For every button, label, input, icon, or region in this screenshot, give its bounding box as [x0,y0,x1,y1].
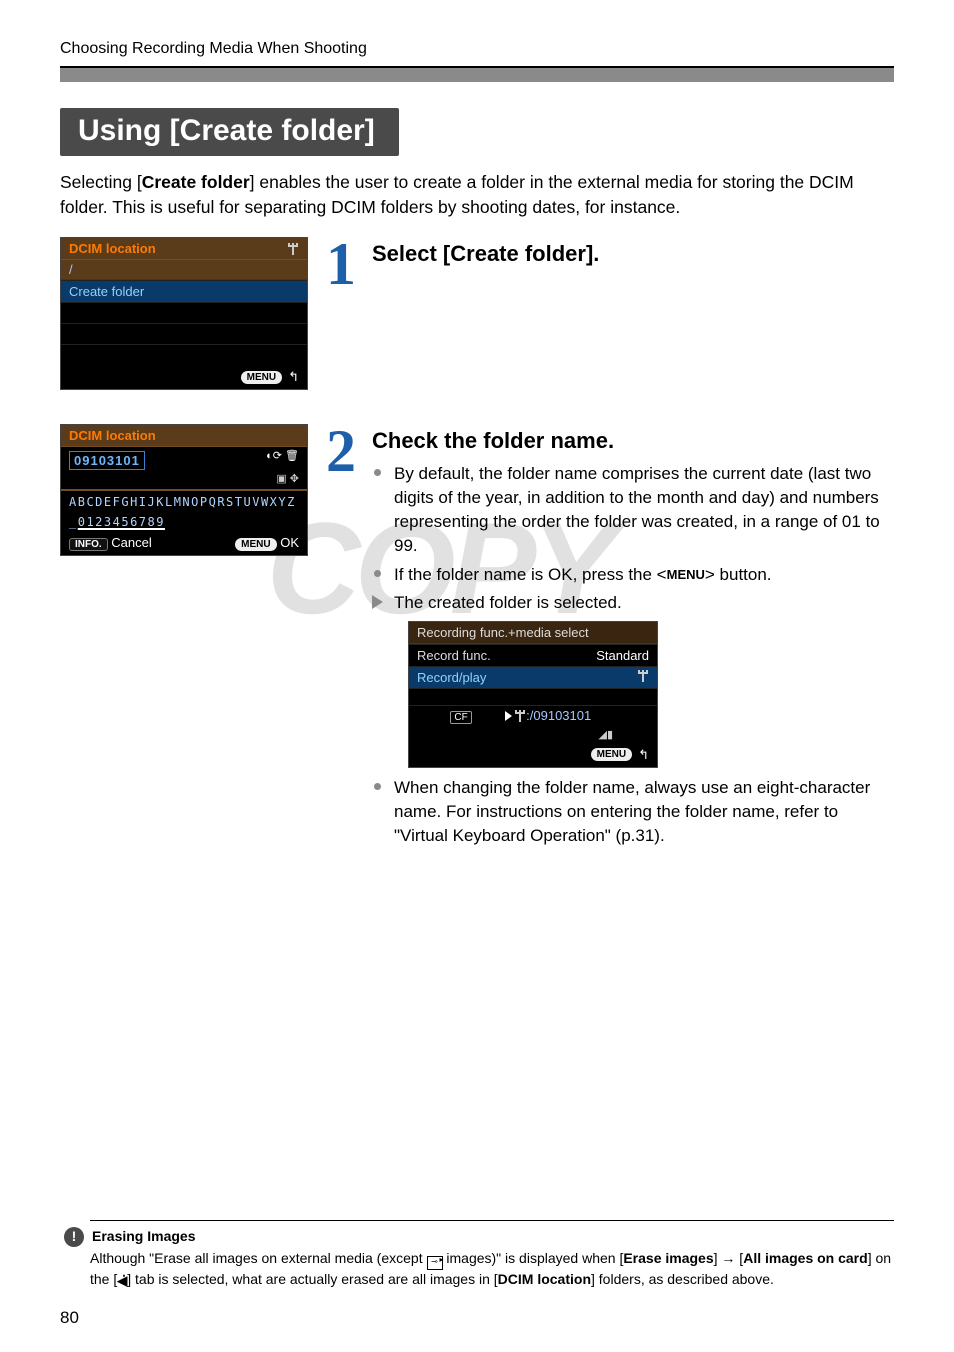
back-icon: ↰ [638,747,649,763]
dial-icon: ◐⟳ 🗑 [266,451,299,462]
step2-bullet-text: If the folder name is OK, press the <MEN… [394,565,772,584]
note-body: Although "Erase all images on external m… [90,1249,894,1290]
caution-icon: ! [64,1227,84,1247]
shot3-spacer [409,688,657,705]
step2-bullet: If the folder name is OK, press the <MEN… [372,563,894,587]
step2-bullet: By default, the folder name comprises th… [372,462,894,559]
shot3-path-value: :/09103101 [526,708,591,723]
bullet-dot-icon [374,570,381,577]
menu-pill: MENU [235,538,276,551]
intro-bold: Create folder [142,172,250,192]
intro-text-a: Selecting [ [60,172,142,192]
intro-paragraph: Selecting [Create folder] enables the us… [60,170,894,219]
shot3-row1-value: Standard [596,648,649,663]
shot2-header-label: DCIM location [69,428,156,443]
note-text-b: images)" is displayed when [ [443,1250,624,1266]
breadcrumb: Choosing Recording Media When Shooting [60,40,894,58]
step-number-1: 1 [316,237,366,291]
virtual-keyboard-row2[interactable]: _0123456789 [61,511,307,531]
joystick-icon: ▣ ✥ [276,472,299,485]
section-title: Using [Create folder] [60,108,399,156]
shot1-path: / [61,260,307,280]
bullet-dot-icon [374,783,381,790]
note-title: Erasing Images [92,1227,196,1247]
step2-bullet-text: The created folder is selected. [394,593,622,612]
playback-tab-icon: ◀̇ [117,1272,127,1290]
menu-pill: MENU [241,371,282,384]
shot1-empty-row [61,302,307,323]
note-bold-dcim: DCIM location [498,1271,591,1287]
step2-bullet-result: The created folder is selected. [372,591,894,615]
shot3-row1-label: Record func. [417,648,491,663]
step2-heading: Check the folder name. [372,428,894,454]
usb-drive-icon [514,710,526,722]
shot3-header: Recording func.+media select [409,622,657,644]
note-text-i: ] folders, as described above. [591,1271,774,1287]
back-icon: ↰ [288,369,299,385]
menu-button-label: MENU [667,566,705,584]
virtual-keyboard-digits[interactable]: 0123456789 [78,515,165,529]
note-divider [90,1220,894,1221]
ok-label: OK [280,535,299,550]
screenshot-dcim-location: DCIM location / Create folder MENU ↰ [60,237,308,390]
step1-heading: Select [Create folder]. [372,241,894,267]
note-bold-erase: Erase images [623,1250,713,1266]
step2-post-bullet-text: When changing the folder name, always us… [394,778,870,845]
note-text-a: Although "Erase all images on external m… [90,1250,427,1266]
signal-icon: ◢▮ [505,728,649,741]
note-bold-all: All images on card [743,1250,867,1266]
folder-name-input[interactable]: 09103101 [69,451,145,470]
shot1-item-label: Create folder [69,284,144,299]
shot1-empty-row [61,323,307,344]
info-pill: INFO. [69,538,108,551]
shot3-row2[interactable]: Record/play [409,666,657,688]
usb-drive-icon [637,670,649,682]
virtual-keyboard-row1[interactable]: ABCDEFGHIJKLMNOPQRSTUVWXYZ [61,491,307,511]
note-text-d: ] → [ [714,1250,744,1266]
step2-post-bullet: When changing the folder name, always us… [372,776,894,848]
step2-bullet-text: By default, the folder name comprises th… [394,464,880,555]
note-text-g: ] tab is selected, what are actually era… [127,1271,497,1287]
play-triangle-icon [505,711,512,721]
accent-bar [60,68,894,82]
step-number-2: 2 [316,424,366,478]
menu-pill: MENU [591,748,632,761]
cf-card-icon: CF [450,711,471,724]
bullet-dot-icon [374,469,381,476]
protect-key-icon: ⊸ [427,1256,443,1270]
triangle-icon [372,595,383,609]
virtual-keyboard-underscore[interactable]: _ [69,515,78,529]
screenshot-folder-name-edit: DCIM location 09103101 ◐⟳ 🗑 ▣ ✥ ABCDEFGH… [60,424,308,556]
shot1-menu-item-create-folder[interactable]: Create folder [61,280,307,302]
screenshot-recording-func: Recording func.+media select Record func… [408,621,658,768]
usb-drive-icon [287,243,299,255]
page-number: 80 [60,1308,79,1328]
cancel-label: Cancel [111,535,151,550]
shot1-header-label: DCIM location [69,241,156,256]
shot1-empty-row [61,344,307,365]
note-section: ! Erasing Images Although "Erase all ima… [90,1220,894,1290]
shot3-row2-label: Record/play [417,670,486,685]
